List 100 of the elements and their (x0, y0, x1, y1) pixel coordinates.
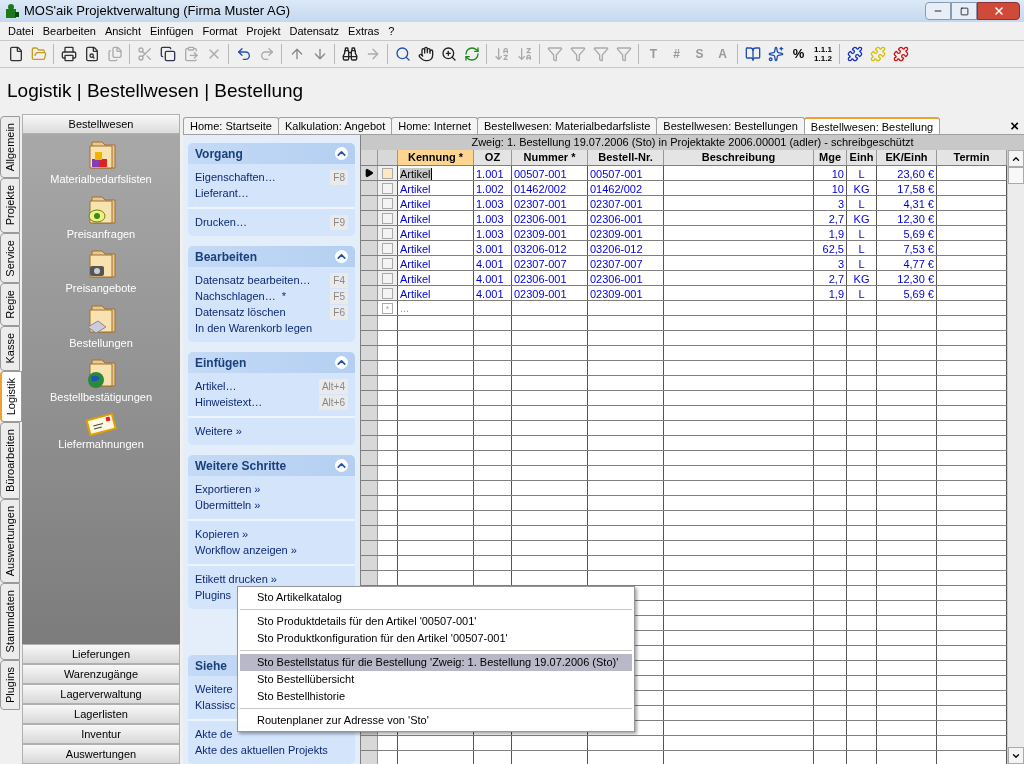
vertical-tab[interactable]: Plugins (0, 659, 20, 710)
menu-item[interactable]: Ansicht (100, 22, 145, 40)
column-header[interactable]: Mge (814, 150, 847, 165)
scroll-up-button[interactable] (1008, 150, 1024, 167)
row-checkbox[interactable] (382, 272, 393, 284)
sidebar-section-button[interactable]: Auswertungen (22, 744, 180, 764)
column-header[interactable]: Beschreibung (664, 150, 814, 165)
task-link[interactable]: Weitere » (195, 423, 242, 440)
context-menu-item[interactable]: Sto Bestellübersicht (240, 671, 632, 688)
sidebar-section-button[interactable]: Lieferungen (22, 644, 180, 664)
close-tab-button[interactable]: × (1007, 118, 1022, 134)
task-link[interactable]: Klassisc (195, 697, 236, 714)
context-menu-item[interactable]: Sto Produktkonfiguration für den Artikel '00507-001' (240, 630, 632, 647)
sidebar-section-button[interactable]: Inventur (22, 724, 180, 744)
maximize-button[interactable] (951, 2, 977, 20)
collapse-icon[interactable] (335, 356, 348, 369)
menu-item[interactable]: Bearbeiten (38, 22, 100, 40)
vertical-tab[interactable]: Auswertungen (0, 499, 20, 584)
task-link[interactable]: Plugins (195, 587, 232, 604)
row-checkbox[interactable] (382, 167, 393, 179)
collapse-icon[interactable] (335, 459, 348, 472)
column-header[interactable]: Einh (847, 150, 877, 165)
sidebar-header[interactable]: Bestellwesen (22, 114, 180, 134)
menu-item[interactable]: Projekt (242, 22, 285, 40)
task-link[interactable]: Drucken… (195, 214, 247, 231)
close-button[interactable] (977, 2, 1020, 20)
shortcut-label: Alt+6 (318, 395, 348, 410)
row-checkbox[interactable] (382, 197, 393, 209)
column-header[interactable]: EK/Einh (877, 150, 937, 165)
row-checkbox[interactable] (382, 287, 393, 299)
task-link[interactable]: Datensatz bearbeiten… (195, 272, 311, 289)
table-cell: 02306-001 (590, 273, 643, 285)
row-checkbox[interactable] (382, 182, 393, 194)
menu-item[interactable]: Datensatz (285, 22, 344, 40)
percent-button[interactable]: % (787, 43, 810, 65)
document-tab[interactable]: Bestellwesen: Materialbedarfsliste (477, 117, 658, 134)
row-header[interactable] (361, 166, 378, 180)
numbering-button[interactable]: 1.1.1 1.1.2 (810, 43, 836, 65)
task-group-title[interactable]: Siehe (195, 656, 227, 675)
column-header[interactable]: OZ (474, 150, 512, 165)
sidebar-section-button[interactable]: Warenzugänge (22, 664, 180, 684)
task-link[interactable]: Datensatz löschen (195, 304, 286, 321)
vertical-tab[interactable]: Kasse (0, 326, 20, 371)
task-link[interactable]: Nachschlagen… * (195, 288, 287, 305)
context-menu-item[interactable]: Sto Bestellhistorie (240, 688, 632, 705)
document-tab[interactable]: Home: Startseite (183, 117, 279, 134)
column-header[interactable]: Bestell-Nr. (588, 150, 664, 165)
menu-item[interactable]: Extras (344, 22, 384, 40)
task-link[interactable]: Exportieren » (195, 481, 261, 498)
table-cell: 02309-001 (590, 228, 643, 240)
collapse-icon[interactable] (335, 250, 348, 263)
collapse-icon[interactable] (335, 147, 348, 160)
vertical-tab[interactable]: Service (0, 232, 20, 284)
row-checkbox[interactable] (382, 242, 393, 254)
column-header[interactable]: Kennung * (398, 150, 474, 165)
vertical-tab[interactable]: Logistik (0, 370, 22, 422)
row-checkbox[interactable] (382, 227, 393, 239)
vertical-tab[interactable]: Büroarbeiten (0, 422, 20, 499)
column-header[interactable]: Nummer * (512, 150, 588, 165)
document-tab[interactable]: Bestellwesen: Bestellungen (656, 117, 805, 134)
sidebar-section-button[interactable]: Lagerverwaltung (22, 684, 180, 704)
row-checkbox[interactable] (382, 257, 393, 269)
menu-item[interactable]: Format (198, 22, 242, 40)
task-link[interactable]: Hinweistext… (195, 394, 263, 411)
row-checkbox[interactable] (382, 212, 393, 224)
task-link[interactable]: Weitere (195, 681, 233, 698)
vertical-tab[interactable]: Projekte (0, 178, 20, 233)
task-link[interactable]: Kopieren » (195, 526, 249, 543)
scroll-down-button[interactable] (1008, 747, 1024, 764)
document-tab[interactable]: Home: Internet (391, 117, 478, 134)
menu-item[interactable]: Einfügen (146, 22, 198, 40)
context-menu-item[interactable]: Sto Produktdetails für den Artikel '00507-001' (240, 613, 632, 630)
table-cell: 1.003 (476, 198, 504, 210)
binoculars-icon (341, 46, 358, 62)
scrollbar[interactable] (1007, 150, 1024, 764)
task-link[interactable]: Akte des aktuellen Projekts (195, 742, 328, 759)
context-menu-item[interactable]: Routenplaner zur Adresse von 'Sto' (240, 712, 632, 729)
vertical-tab[interactable]: Allgemein (0, 116, 20, 179)
minimize-button[interactable] (925, 2, 951, 20)
task-link[interactable]: Etikett drucken » (195, 571, 277, 588)
task-link[interactable]: Workflow anzeigen » (195, 542, 297, 559)
vertical-tab[interactable]: Regie (0, 283, 20, 327)
table-cell: 1,9 (828, 228, 844, 240)
menu-item[interactable]: Datei (4, 22, 38, 40)
scroll-thumb[interactable] (1008, 167, 1024, 184)
task-link[interactable]: Eigenschaften… (195, 169, 276, 186)
task-link[interactable]: Übermitteln » (195, 497, 261, 514)
sidebar-section-button[interactable]: Lagerlisten (22, 704, 180, 724)
document-tab[interactable]: Kalkulation: Angebot (277, 117, 393, 134)
task-link[interactable]: Akte de (195, 726, 233, 743)
vertical-tab[interactable]: Stammdaten (0, 583, 20, 660)
shortcut-label: Alt+4 (318, 379, 348, 394)
task-link[interactable]: Lieferant… (195, 185, 249, 202)
context-menu-item[interactable]: Sto Bestellstatus für die Bestellung 'Zweig: 1. Bestellung 19.07.2006 (Sto)' (240, 654, 632, 671)
filter-icon (592, 46, 609, 62)
menu-item[interactable]: ? (384, 22, 399, 40)
document-tab[interactable]: Bestellwesen: Bestellung (803, 117, 941, 134)
context-menu-item[interactable]: Sto Artikelkatalog (240, 589, 632, 606)
task-link[interactable]: Artikel… (195, 378, 237, 395)
task-link[interactable]: In den Warenkorb legen (195, 320, 312, 337)
